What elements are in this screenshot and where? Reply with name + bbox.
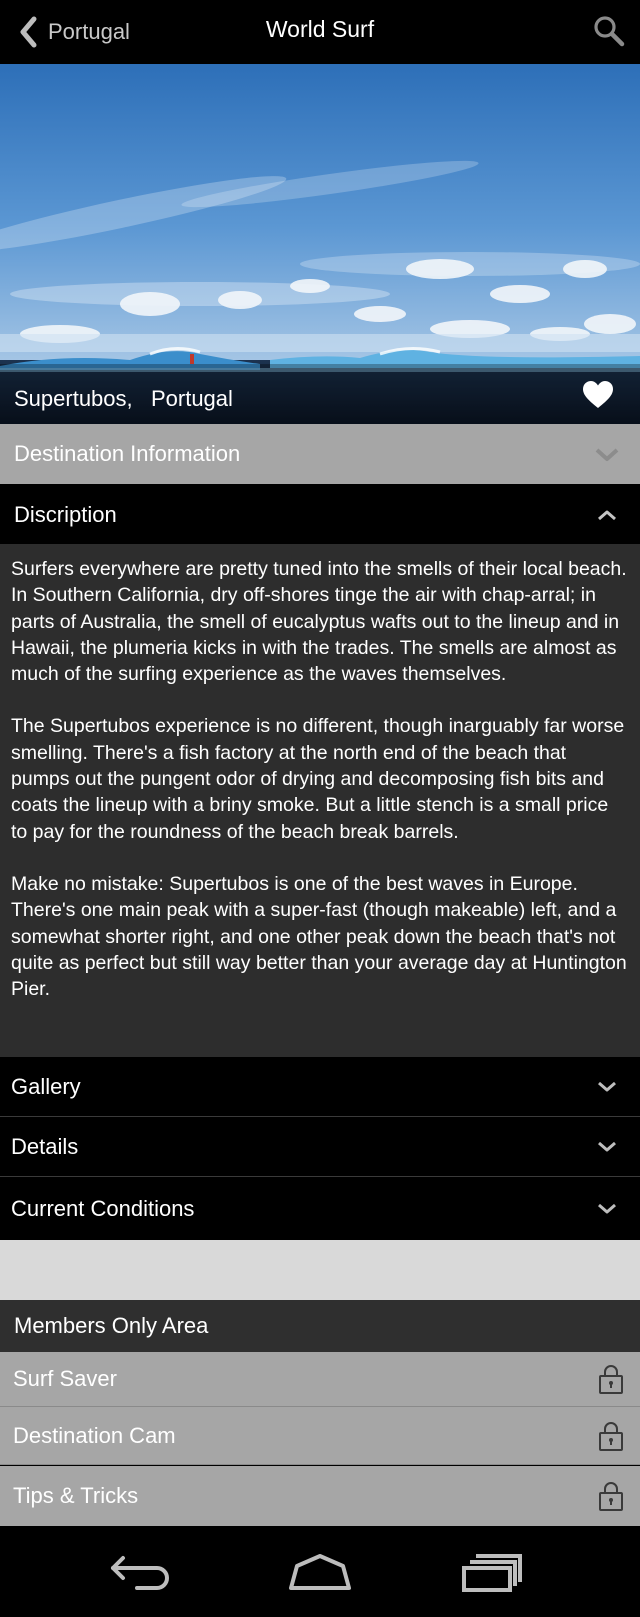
section-spacer bbox=[0, 1240, 640, 1300]
heart-icon[interactable] bbox=[582, 380, 614, 410]
current-conditions-header[interactable]: Current Conditions bbox=[0, 1178, 640, 1240]
gallery-header[interactable]: Gallery bbox=[0, 1058, 640, 1117]
tips-tricks-item[interactable]: Tips & Tricks bbox=[0, 1466, 640, 1526]
home-icon[interactable] bbox=[285, 1550, 355, 1594]
system-nav-bar bbox=[0, 1526, 640, 1617]
app-bar: Portugal World Surf bbox=[0, 0, 640, 64]
hero-image: Supertubos, Portugal bbox=[0, 64, 640, 424]
lock-icon bbox=[599, 1421, 623, 1451]
description-header[interactable]: Discription bbox=[0, 486, 640, 544]
surf-photo bbox=[0, 64, 640, 424]
destination-information-header[interactable]: Destination Information bbox=[0, 424, 640, 484]
destination-information-label: Destination Information bbox=[14, 441, 241, 466]
description-body: Surfers everywhere are pretty tuned into… bbox=[0, 544, 640, 1057]
details-label: Details bbox=[11, 1134, 79, 1159]
recents-icon[interactable] bbox=[460, 1550, 530, 1594]
tips-tricks-label: Tips & Tricks bbox=[13, 1483, 139, 1508]
description-paragraph: Surfers everywhere are pretty tuned into… bbox=[11, 558, 627, 686]
destination-cam-item[interactable]: Destination Cam bbox=[0, 1407, 640, 1465]
screen: Portugal World Surf Supertubos, Portugal… bbox=[0, 0, 640, 1617]
description-label: Discription bbox=[14, 502, 117, 527]
chevron-up-icon bbox=[598, 510, 616, 521]
surf-saver-label: Surf Saver bbox=[13, 1366, 117, 1391]
current-conditions-label: Current Conditions bbox=[11, 1196, 195, 1221]
chevron-down-icon bbox=[595, 448, 619, 461]
back-icon[interactable] bbox=[107, 1550, 177, 1594]
chevron-down-icon bbox=[598, 1081, 616, 1092]
members-only-label: Members Only Area bbox=[14, 1313, 209, 1338]
search-icon[interactable] bbox=[592, 14, 626, 48]
lock-icon bbox=[599, 1482, 623, 1511]
chevron-down-icon bbox=[598, 1141, 616, 1152]
chevron-down-icon bbox=[598, 1203, 616, 1214]
destination-cam-label: Destination Cam bbox=[13, 1422, 176, 1448]
surf-saver-item[interactable]: Surf Saver bbox=[0, 1352, 640, 1407]
gallery-label: Gallery bbox=[11, 1074, 81, 1099]
app-title: World Surf bbox=[265, 16, 375, 42]
hero-caption: Supertubos, Portugal bbox=[14, 386, 233, 411]
lock-icon bbox=[599, 1365, 623, 1394]
description-paragraph: The Supertubos experience is no differen… bbox=[11, 715, 625, 843]
members-only-header: Members Only Area bbox=[0, 1300, 640, 1352]
description-paragraph: Make no mistake: Supertubos is one of th… bbox=[11, 872, 627, 1001]
details-header[interactable]: Details bbox=[0, 1118, 640, 1177]
